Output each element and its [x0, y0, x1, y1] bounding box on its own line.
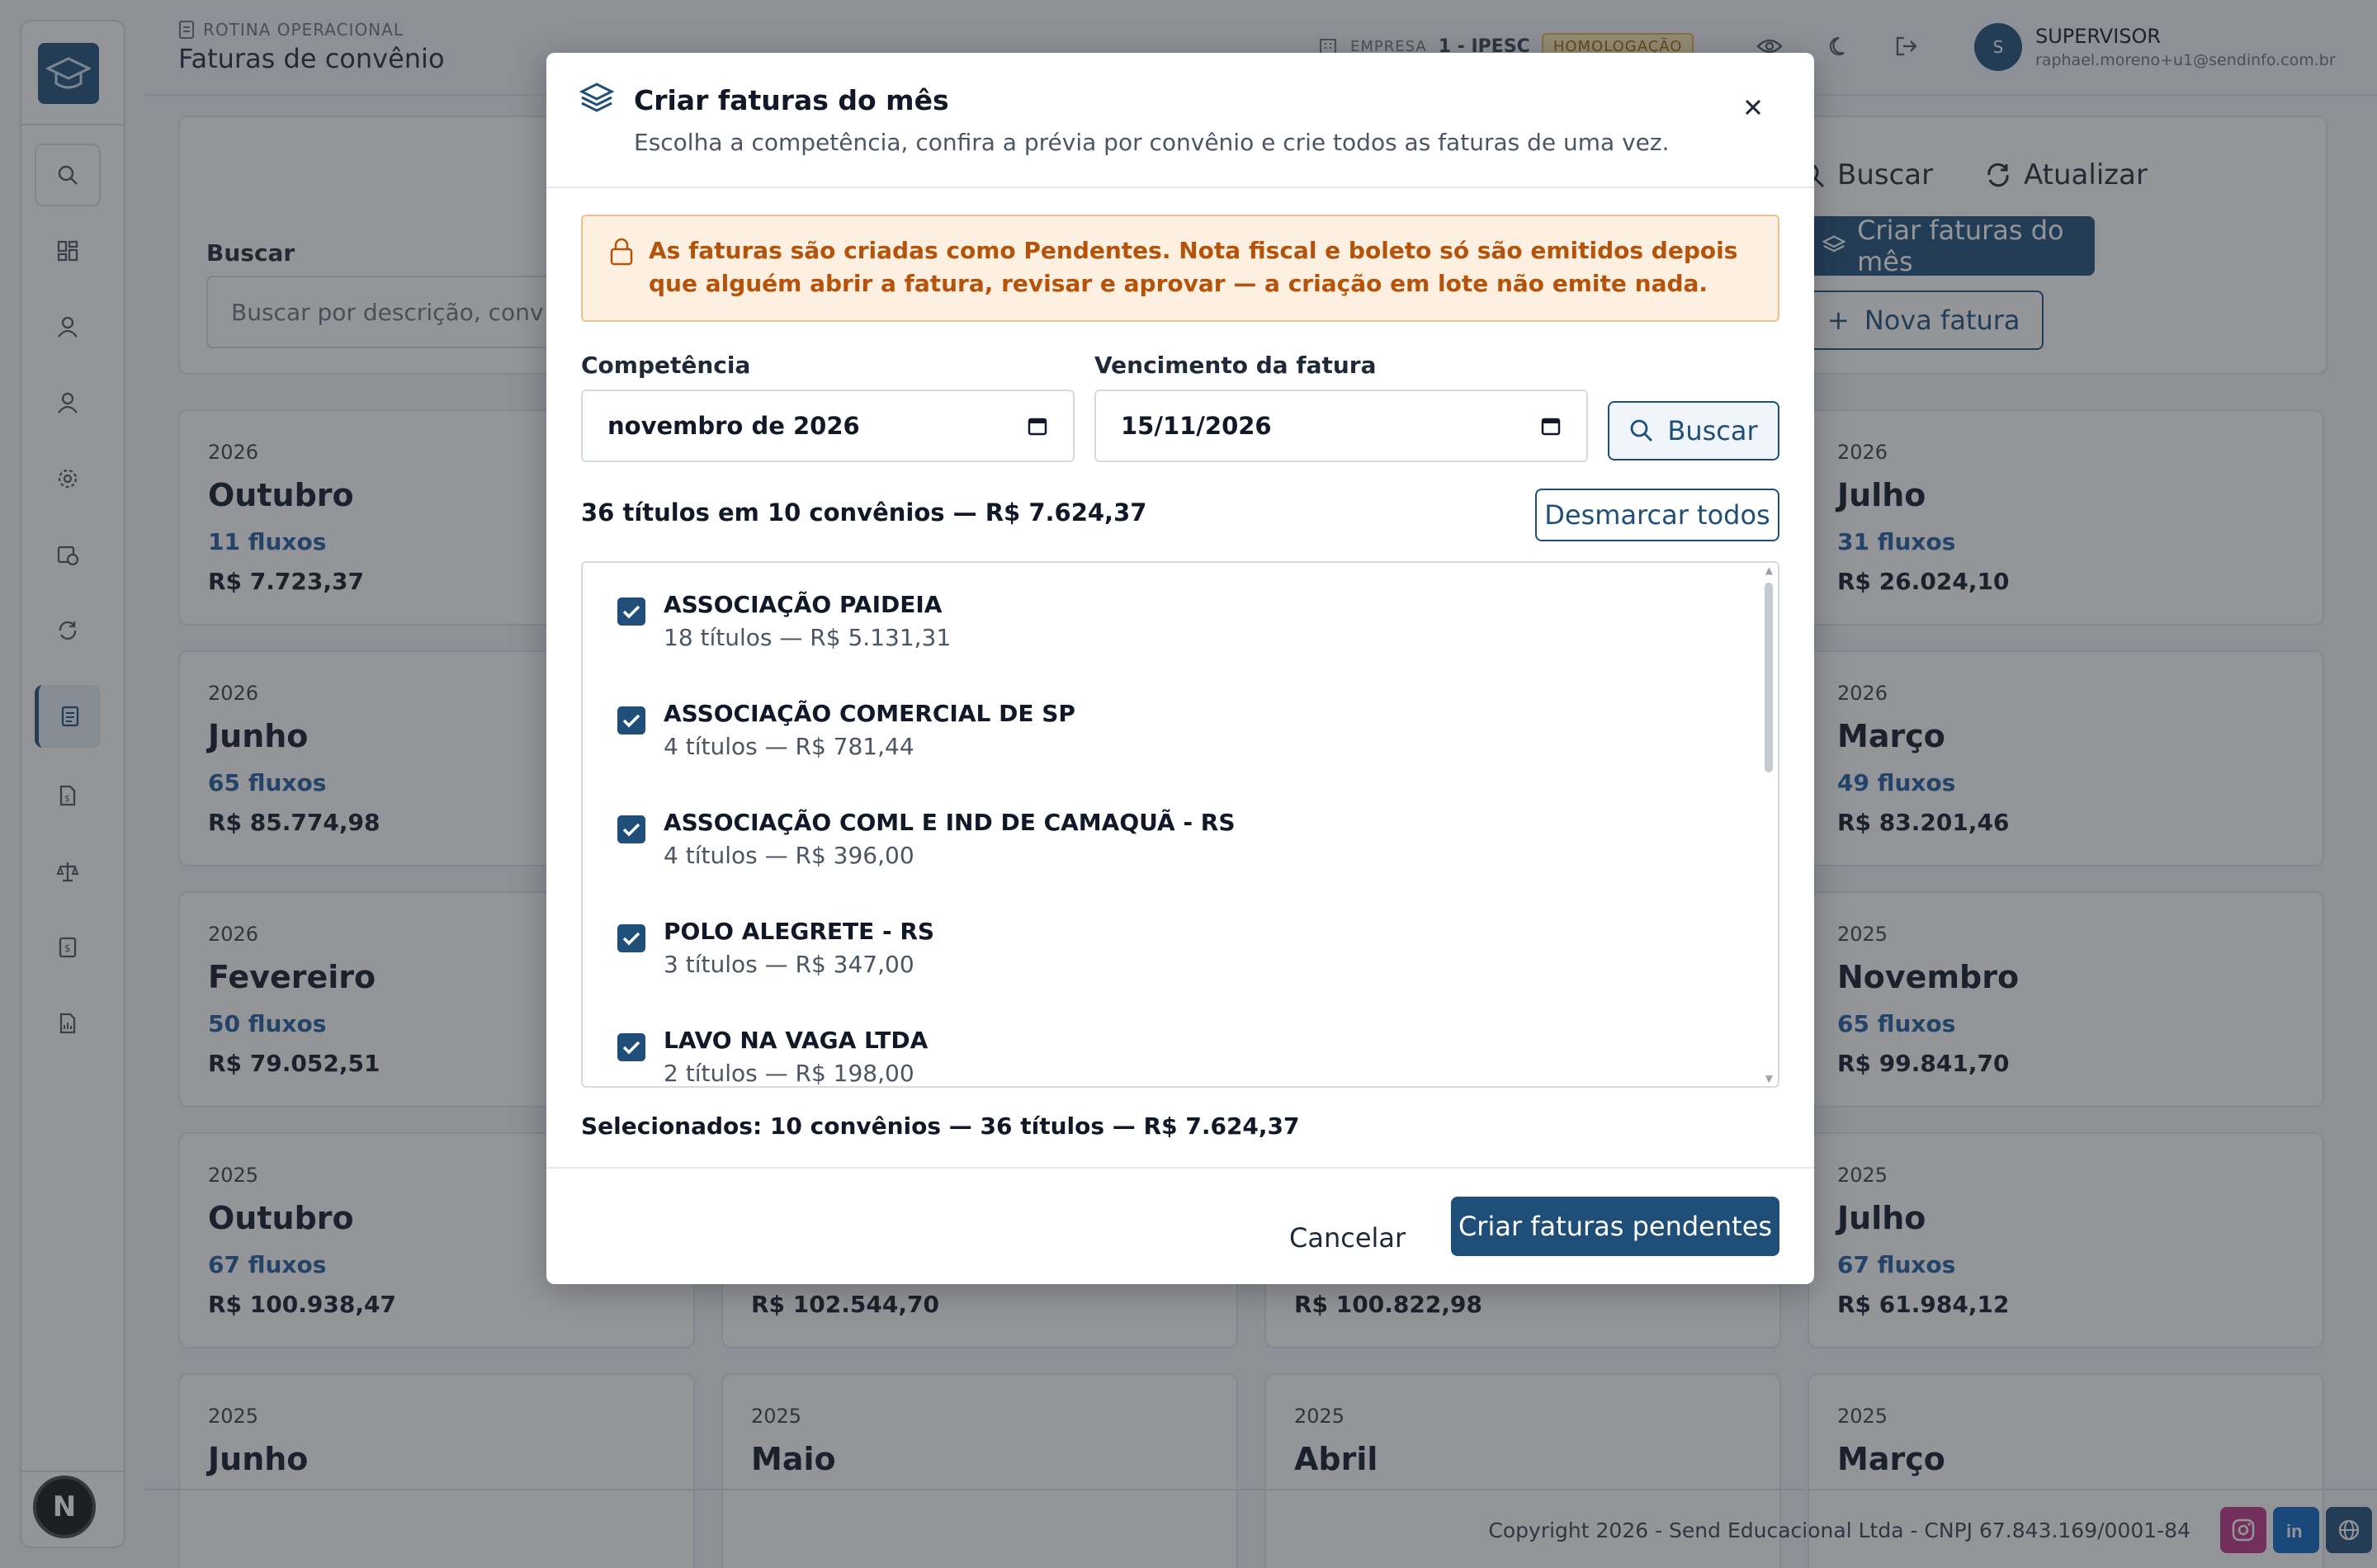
convenio-name: ASSOCIAÇÃO COML E IND DE CAMAQUÃ - RS	[664, 809, 1236, 836]
calendar-icon[interactable]	[1540, 415, 1562, 437]
modal-buscar-button[interactable]: Buscar	[1608, 401, 1779, 460]
checkbox[interactable]	[617, 706, 645, 734]
alert-text: As faturas são criadas como Pendentes. N…	[649, 237, 1738, 297]
modal-buscar-label: Buscar	[1667, 415, 1758, 446]
check-icon	[622, 605, 640, 619]
vencimento-label: Vencimento da fatura	[1094, 352, 1377, 379]
close-icon	[1745, 99, 1761, 116]
convenio-name: POLO ALEGRETE - RS	[664, 918, 935, 945]
convenio-list: ASSOCIAÇÃO PAIDEIA 18 títulos — R$ 5.131…	[581, 561, 1779, 1088]
convenio-meta: 2 títulos — R$ 198,00	[664, 1060, 914, 1087]
modal-title: Criar faturas do mês	[634, 84, 949, 116]
competencia-value: novembro de 2026	[607, 412, 860, 440]
checkbox[interactable]	[617, 924, 645, 952]
vencimento-field[interactable]: 15/11/2026	[1094, 390, 1588, 462]
modal-footer-divider	[546, 1167, 1814, 1169]
list-item[interactable]: ASSOCIAÇÃO COMERCIAL DE SP 4 títulos — R…	[583, 672, 1758, 781]
check-icon	[622, 823, 640, 837]
warning-alert: As faturas são criadas como Pendentes. N…	[581, 215, 1779, 322]
list-item[interactable]: ASSOCIAÇÃO COML E IND DE CAMAQUÃ - RS 4 …	[583, 781, 1758, 890]
scroll-up-icon[interactable]: ▲	[1765, 564, 1773, 576]
preview-summary: 36 títulos em 10 convênios — R$ 7.624,37	[581, 498, 1147, 527]
convenio-meta: 4 títulos — R$ 396,00	[664, 842, 914, 869]
vencimento-value: 15/11/2026	[1121, 412, 1272, 440]
check-icon	[622, 714, 640, 728]
checkbox[interactable]	[617, 597, 645, 626]
close-button[interactable]	[1737, 91, 1770, 124]
list-item[interactable]: ASSOCIAÇÃO PAIDEIA 18 títulos — R$ 5.131…	[583, 563, 1758, 672]
list-item[interactable]: POLO ALEGRETE - RS 3 títulos — R$ 347,00	[583, 890, 1758, 999]
lock-icon	[609, 238, 634, 269]
convenio-name: ASSOCIAÇÃO COMERCIAL DE SP	[664, 700, 1075, 727]
convenio-name: ASSOCIAÇÃO PAIDEIA	[664, 591, 943, 618]
check-icon	[622, 1041, 640, 1055]
scroll-down-icon[interactable]: ▼	[1765, 1073, 1773, 1084]
modal-header: Criar faturas do mês Escolha a competênc…	[546, 53, 1814, 188]
create-pending-invoices-button[interactable]: Criar faturas pendentes	[1451, 1197, 1779, 1256]
convenio-name: LAVO NA VAGA LTDA	[664, 1027, 929, 1054]
desmarcar-todos-button[interactable]: Desmarcar todos	[1535, 489, 1779, 541]
convenio-meta: 3 títulos — R$ 347,00	[664, 951, 914, 978]
convenio-meta: 18 títulos — R$ 5.131,31	[664, 624, 952, 651]
competencia-field[interactable]: novembro de 2026	[581, 390, 1075, 462]
check-icon	[622, 932, 640, 946]
checkbox[interactable]	[617, 1033, 645, 1061]
search-icon	[1630, 419, 1653, 442]
list-item[interactable]: LAVO NA VAGA LTDA 2 títulos — R$ 198,00	[583, 999, 1758, 1087]
cancel-button[interactable]: Cancelar	[1289, 1208, 1406, 1268]
create-invoices-modal: Criar faturas do mês Escolha a competênc…	[546, 53, 1814, 1284]
convenio-meta: 4 títulos — R$ 781,44	[664, 733, 914, 760]
checkbox[interactable]	[617, 815, 645, 843]
selection-summary: Selecionados: 10 convênios — 36 títulos …	[581, 1112, 1300, 1140]
scrollbar-thumb[interactable]	[1765, 583, 1773, 772]
modal-subtitle: Escolha a competência, confira a prévia …	[634, 129, 1670, 156]
layers-icon	[579, 81, 615, 119]
competencia-label: Competência	[581, 352, 751, 379]
calendar-icon[interactable]	[1027, 415, 1048, 437]
